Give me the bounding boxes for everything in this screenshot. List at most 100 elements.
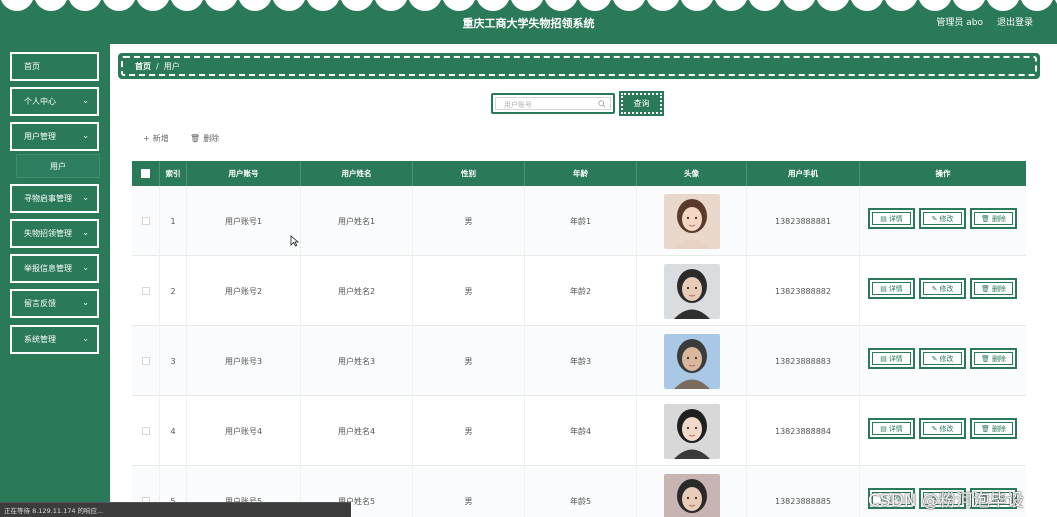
row-checkbox[interactable]	[141, 217, 150, 225]
cell-select[interactable]	[132, 256, 160, 326]
cell-phone: 13823888883	[747, 326, 860, 396]
sidebar-item-lost-notice[interactable]: 寻物启事管理 ⌄	[10, 184, 99, 213]
breadcrumb-inner: 首页 / 用户	[121, 56, 1037, 76]
chevron-down-icon: ⌄	[82, 193, 89, 202]
scallop-shape	[851, 0, 883, 11]
edit-button[interactable]: ✎ 修改	[919, 208, 966, 229]
sidebar-item-feedback[interactable]: 留言反馈 ⌄	[10, 289, 99, 318]
cell-index: 3	[160, 326, 187, 396]
cell-avatar	[637, 326, 747, 396]
document-icon: ▤	[880, 284, 887, 293]
add-button[interactable]: + 新增	[143, 133, 169, 144]
header-select-all[interactable]	[132, 161, 160, 186]
cell-actions: ▤ 详情 ✎ 修改 🗑 删除	[860, 396, 1026, 466]
cell-phone: 13823888882	[747, 256, 860, 326]
cell-select[interactable]	[132, 186, 160, 256]
cell-gender: 男	[413, 396, 525, 466]
breadcrumb-current: 用户	[163, 61, 180, 71]
sidebar-item-system[interactable]: 系统管理 ⌄	[10, 325, 99, 354]
table-row: 1 用户账号1 用户姓名1 男年龄1 13823888881 ▤ 详情 ✎ 修改 🗑 删除	[132, 186, 1026, 256]
column-header: 用户姓名	[301, 161, 413, 186]
cell-gender: 男	[413, 256, 525, 326]
delete-button[interactable]: 🗑 删除	[970, 348, 1017, 369]
cell-index: 2	[160, 256, 187, 326]
scallop-shape	[613, 0, 645, 11]
pencil-icon: ✎	[931, 354, 938, 363]
search-inner	[495, 97, 611, 111]
scallop-shape	[953, 0, 985, 11]
button-label: 修改	[939, 284, 954, 293]
sidebar-item-personal-center[interactable]: 个人中心 ⌄	[10, 87, 99, 116]
chevron-down-icon: ⌄	[82, 298, 89, 307]
edit-button[interactable]: ✎ 修改	[919, 278, 966, 299]
main-content: 首页 / 用户 查询 + 新增 🗑 删除	[110, 44, 1057, 517]
avatar	[663, 403, 720, 459]
column-header: 索引	[160, 161, 187, 186]
sidebar-subitem-user[interactable]: 用户	[16, 154, 100, 178]
search-input[interactable]	[504, 98, 600, 111]
button-inner: ✎ 修改	[923, 422, 962, 435]
detail-button[interactable]: ▤ 详情	[868, 208, 915, 229]
sidebar-item-report[interactable]: 举报信息管理 ⌄	[10, 254, 99, 283]
column-header: 头像	[637, 161, 747, 186]
scallop-shape	[375, 0, 407, 11]
cell-gender: 男	[413, 466, 525, 517]
scallop-shape	[783, 0, 815, 11]
cell-select[interactable]	[132, 396, 160, 466]
scallop-shape	[817, 0, 849, 11]
button-label: 删除	[991, 284, 1006, 293]
cell-account: 用户账号4	[187, 396, 301, 466]
sidebar-item-label: 首页	[24, 62, 40, 71]
breadcrumb-home[interactable]: 首页	[135, 61, 151, 72]
cell-actions: ▤ 详情 ✎ 修改 🗑 删除	[860, 186, 1026, 256]
detail-button[interactable]: ▤ 详情	[868, 418, 915, 439]
scallop-shape	[919, 0, 951, 11]
cell-select[interactable]	[132, 326, 160, 396]
cell-age: 年龄1	[525, 186, 637, 256]
detail-button[interactable]: ▤ 详情	[868, 278, 915, 299]
chevron-down-icon: ⌄	[82, 96, 89, 105]
sidebar-item-home[interactable]: 首页	[10, 52, 99, 81]
pencil-icon: ✎	[931, 284, 938, 293]
batch-delete-button[interactable]: 🗑 删除	[190, 133, 219, 144]
button-inner: ✎ 修改	[923, 352, 962, 365]
sidebar-item-user-management[interactable]: 用户管理 ⌄	[10, 122, 99, 151]
avatar	[663, 263, 720, 319]
avatar	[663, 193, 720, 249]
delete-button[interactable]: 🗑 删除	[970, 208, 1017, 229]
table-header: 索引 用户账号 用户姓名 性别 年龄 头像 用户手机 操作	[132, 161, 1026, 186]
trash-icon: 🗑	[190, 134, 201, 143]
scallop-shape	[579, 0, 611, 11]
trash-icon: 🗑	[981, 214, 990, 223]
delete-button[interactable]: 🗑 删除	[970, 278, 1017, 299]
select-all-checkbox[interactable]	[141, 169, 150, 178]
row-checkbox[interactable]	[141, 287, 150, 295]
search-button[interactable]: 查询	[619, 91, 664, 116]
row-checkbox[interactable]	[141, 427, 150, 435]
trash-icon: 🗑	[981, 424, 990, 433]
button-label: 详情	[888, 284, 903, 293]
delete-button[interactable]: 🗑 删除	[970, 418, 1017, 439]
system-title: 重庆工商大学失物招领系统	[462, 17, 595, 30]
button-label: 删除	[991, 354, 1006, 363]
cell-actions: ▤ 详情 ✎ 修改 🗑 删除	[860, 326, 1026, 396]
sidebar-item-label: 系统管理	[24, 335, 56, 344]
document-icon: ▤	[880, 214, 887, 223]
button-label: 详情	[888, 214, 903, 223]
scallop-shape	[545, 0, 577, 11]
search-box	[491, 93, 615, 114]
edit-button[interactable]: ✎ 修改	[919, 348, 966, 369]
button-inner: ✎ 修改	[923, 212, 962, 225]
search-icon	[598, 100, 606, 108]
chevron-down-icon: ⌄	[82, 131, 89, 140]
detail-button[interactable]: ▤ 详情	[868, 348, 915, 369]
row-checkbox[interactable]	[141, 357, 150, 365]
logout-link[interactable]: 退出登录	[997, 15, 1033, 28]
scallop-shape	[341, 0, 373, 11]
edit-button[interactable]: ✎ 修改	[919, 418, 966, 439]
watermark: CSDN @粉河泡毕设	[868, 491, 1024, 511]
button-label: 修改	[939, 424, 954, 433]
sidebar-item-found-management[interactable]: 失物招领管理 ⌄	[10, 219, 99, 248]
add-label: 新增	[152, 134, 169, 143]
button-inner: 🗑 删除	[974, 352, 1013, 365]
